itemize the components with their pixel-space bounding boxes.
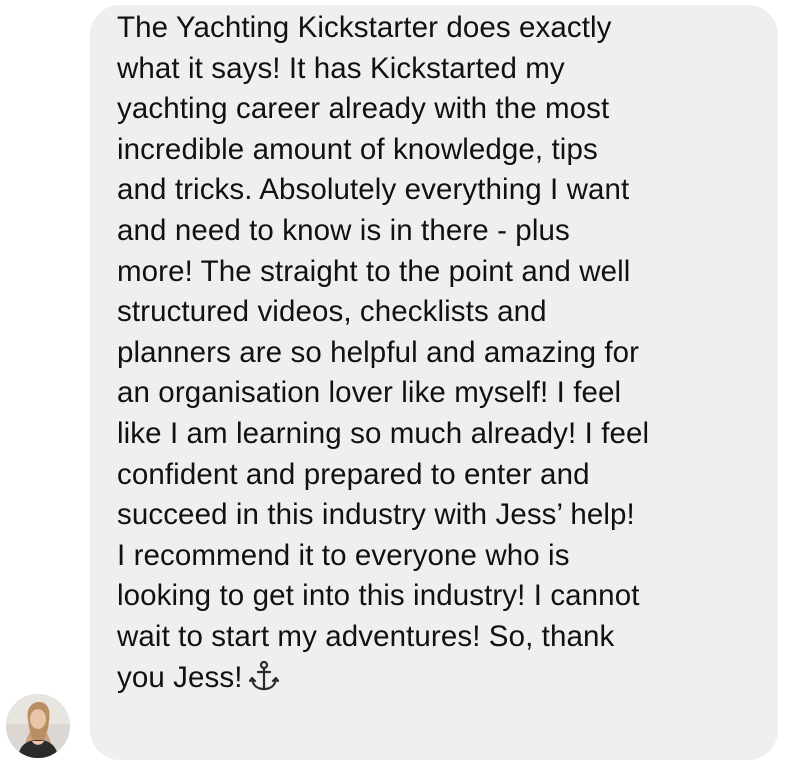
message-line: incredible amount of knowledge, tips bbox=[117, 132, 598, 166]
sender-avatar[interactable] bbox=[6, 694, 70, 758]
message-line: I recommend it to everyone who is bbox=[117, 538, 570, 572]
anchor-icon bbox=[248, 660, 279, 704]
message-line: wait to start my adventures! So, thank bbox=[117, 619, 615, 653]
message-line: structured videos, checklists and bbox=[117, 295, 547, 329]
message-line: confident and prepared to enter and bbox=[117, 457, 590, 491]
profile-photo-avatar bbox=[6, 694, 70, 758]
chat-screen: The Yachting Kickstarter does exactly wh… bbox=[0, 0, 800, 776]
message-line: and need to know is in there - plus bbox=[117, 213, 570, 247]
message-line: planners are so helpful and amazing for bbox=[117, 335, 640, 369]
message-line: an organisation lover like myself! I fee… bbox=[117, 376, 622, 410]
message-bubble[interactable]: The Yachting Kickstarter does exactly wh… bbox=[90, 5, 778, 760]
message-line: yachting career already with the most bbox=[117, 92, 610, 126]
message-line: succeed in this industry with Jess’ help… bbox=[117, 498, 635, 532]
message-line: what it says! It has Kickstarted my bbox=[117, 51, 565, 85]
message-line: looking to get into this industry! I can… bbox=[117, 579, 640, 613]
message-line: you Jess! bbox=[117, 660, 243, 694]
message-line: and tricks. Absolutely everything I want bbox=[117, 173, 630, 207]
message-line: like I am learning so much already! I fe… bbox=[117, 416, 650, 450]
message-line: The Yachting Kickstarter does exactly bbox=[117, 11, 612, 44]
message-text: The Yachting Kickstarter does exactly wh… bbox=[117, 8, 764, 703]
message-line: more! The straight to the point and well bbox=[117, 254, 631, 288]
